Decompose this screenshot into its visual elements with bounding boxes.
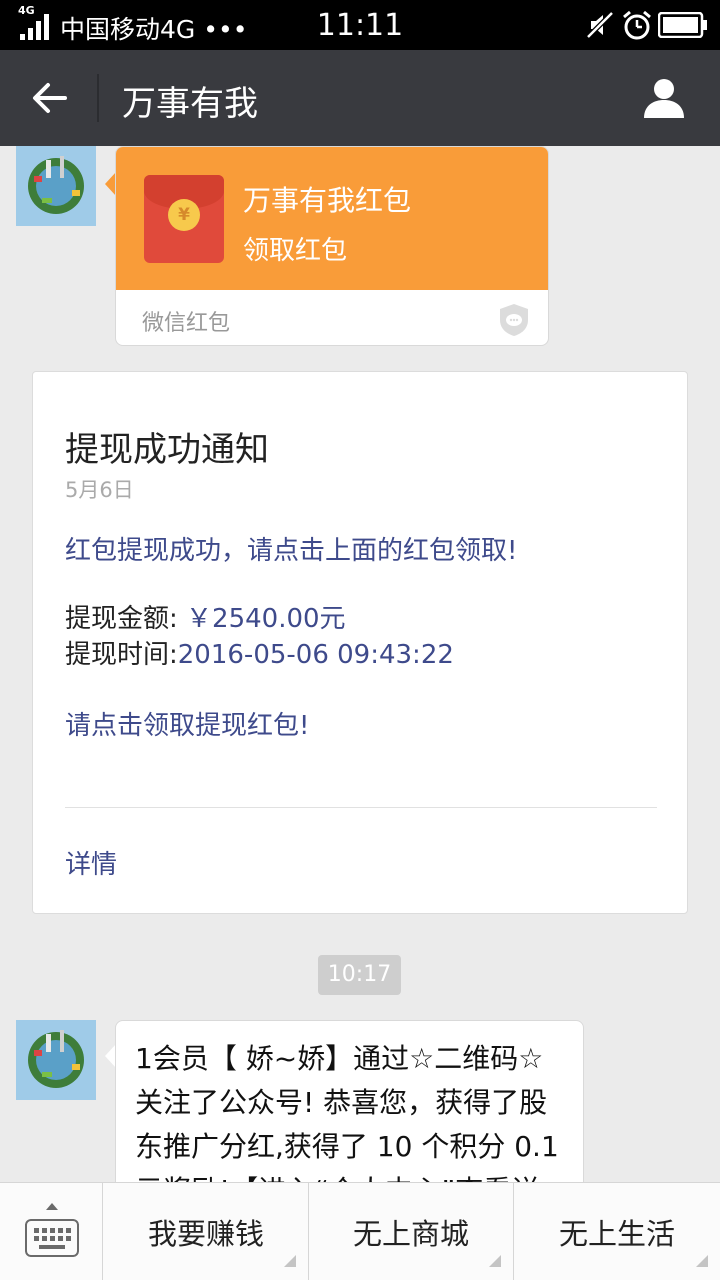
card-claim-text: 请点击领取提现红包!: [65, 711, 310, 741]
bottom-menu-bar: 我要赚钱 无上商城 无上生活: [0, 1182, 720, 1280]
detail-link[interactable]: 详情: [65, 844, 117, 881]
person-icon: [644, 79, 684, 118]
chat-title: 万事有我: [122, 84, 258, 124]
title-divider: [97, 74, 99, 122]
red-packet-footer: 微信红包: [142, 311, 231, 336]
card-divider: [65, 807, 657, 808]
battery-icon: [658, 12, 707, 38]
menu-item-mall[interactable]: 无上商城: [309, 1183, 514, 1280]
caret-up-icon: [46, 1203, 58, 1210]
globe-avatar-icon: [16, 1020, 96, 1100]
time-value: 2016-05-06 09:43:22: [177, 640, 454, 670]
menu-item-label: 无上生活: [558, 1217, 675, 1251]
submenu-corner-icon: [284, 1255, 296, 1267]
red-envelope-icon: ¥: [144, 175, 224, 263]
sender-avatar[interactable]: [16, 146, 96, 226]
red-packet-header: ¥ 万事有我红包 领取红包: [116, 147, 548, 290]
wechat-shield-icon: [500, 304, 528, 336]
status-bar: 4G 中国移动4G ••• 11:11: [0, 0, 720, 50]
keyboard-toggle-button[interactable]: [0, 1183, 103, 1280]
amount-row: 提现金额: ￥2540.00元: [65, 598, 346, 635]
menu-item-label: 无上商城: [352, 1217, 469, 1251]
card-intro: 红包提现成功，请点击上面的红包领取!: [65, 536, 518, 566]
red-packet-subtitle: 领取红包: [243, 236, 348, 266]
red-packet-card[interactable]: ¥ 万事有我红包 领取红包 微信红包: [115, 146, 549, 346]
sender-avatar[interactable]: [16, 1020, 96, 1100]
withdraw-notification-card[interactable]: 提现成功通知 5月6日 红包提现成功，请点击上面的红包领取! 提现金额: ￥25…: [32, 371, 688, 914]
alarm-icon: [623, 10, 651, 40]
menu-item-life[interactable]: 无上生活: [514, 1183, 720, 1280]
submenu-corner-icon: [489, 1255, 501, 1267]
amount-label: 提现金额:: [65, 604, 178, 634]
menu-item-earn-money[interactable]: 我要赚钱: [104, 1183, 309, 1280]
amount-value: ￥2540.00元: [177, 604, 346, 634]
back-arrow-icon: [33, 83, 67, 113]
back-button[interactable]: [20, 70, 80, 126]
submenu-corner-icon: [696, 1255, 708, 1267]
keyboard-icon: [25, 1219, 79, 1257]
mute-icon: [586, 11, 614, 39]
card-date: 5月6日: [65, 478, 134, 502]
profile-button[interactable]: [636, 70, 692, 126]
chat-timestamp: 10:17: [318, 955, 401, 995]
title-bar: 万事有我: [0, 50, 720, 146]
globe-avatar-icon: [16, 146, 96, 226]
red-packet-title: 万事有我红包: [243, 184, 412, 217]
time-label: 提现时间:: [65, 640, 178, 670]
card-title: 提现成功通知: [65, 430, 269, 470]
time-row: 提现时间:2016-05-06 09:43:22: [65, 634, 454, 671]
menu-item-label: 我要赚钱: [147, 1217, 264, 1251]
yuan-coin-icon: ¥: [168, 199, 200, 231]
